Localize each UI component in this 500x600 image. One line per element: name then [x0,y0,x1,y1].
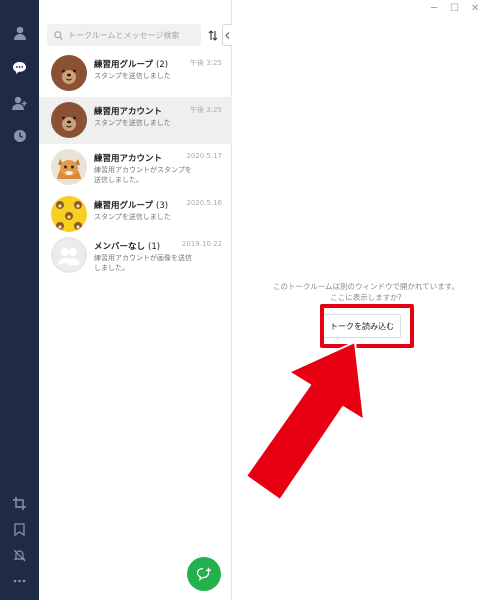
chat-preview: 練習用アカウントがスタンプを送信しました。 [94,166,192,184]
bear-avatar [51,102,87,138]
chat-name: メンバーなし (1) [94,242,161,252]
chevron-left-icon [225,31,230,39]
chat-preview: 練習用アカウントが画像を送信しました。 [94,254,192,272]
chat-list-item[interactable]: 練習用アカウント スタンプを送信しました 午後 3:25 [39,97,232,144]
pointer-arrow [245,341,365,501]
chat-name: 練習用アカウント [94,154,163,164]
chat-icon[interactable] [0,53,39,83]
search-input[interactable]: トークルームとメッセージ検索 [47,24,201,46]
member-count: (3) [156,201,169,211]
bear-avatar [51,55,87,91]
member-count: (2) [156,60,169,70]
cat-photo-avatar [51,149,87,185]
minimize-button[interactable]: ─ [431,4,437,14]
chat-preview: スタンプを送信しました [94,72,171,80]
empty-group-avatar [51,237,87,273]
chat-preview: スタンプを送信しました [94,213,171,221]
collapse-panel-button[interactable] [222,24,232,46]
sort-icon[interactable] [206,27,220,43]
info-message: このトークルームは別のウィンドウで開かれています。 [272,282,460,291]
clock-icon[interactable] [0,121,39,151]
chat-time: 2020.5.17 [186,152,222,160]
add-chat-icon [196,567,211,581]
new-chat-button[interactable] [187,557,221,591]
left-rail [0,0,39,600]
chat-time: 午後 3:25 [190,106,222,114]
search-icon [54,30,63,40]
chat-list-panel: トークルームとメッセージ検索 練習用グループ (2) スタンプを送信しました 午後… [39,0,232,600]
chat-list-item[interactable]: メンバーなし (1) 練習用アカウントが画像を送信しました。 2019.10.22 [39,232,232,279]
chat-name: 練習用グループ (2) [94,60,169,70]
chat-preview: スタンプを送信しました [94,119,171,127]
chat-name: 練習用グループ (3) [94,201,169,211]
chat-time: 2019.10.22 [181,240,222,248]
info-question: ここに表示しますか? [330,293,402,302]
chat-list-item[interactable]: 練習用グループ (3) スタンプを送信しました 2020.5.16 [39,191,232,238]
profile-icon[interactable] [0,18,39,48]
chat-time: 2020.5.16 [186,199,222,207]
more-icon[interactable] [0,566,39,596]
chat-name: 練習用アカウント [94,107,163,117]
chat-time: 午後 3:25 [190,59,222,67]
chat-list-item[interactable]: 練習用グループ (2) スタンプを送信しました 午後 3:25 [39,50,232,97]
close-button[interactable]: ✕ [471,4,479,14]
search-placeholder: トークルームとメッセージ検索 [68,30,180,40]
maximize-button[interactable]: ☐ [450,4,459,14]
chat-list-item[interactable]: 練習用アカウント 練習用アカウントがスタンプを送信しました。 2020.5.17 [39,144,232,191]
main-content: ─ ☐ ✕ このトークルームは別のウィンドウで開かれています。 ここに表示します… [232,0,500,600]
add-friend-icon[interactable] [0,88,39,118]
bear-pattern-avatar [51,196,87,232]
member-count: (1) [148,242,161,252]
